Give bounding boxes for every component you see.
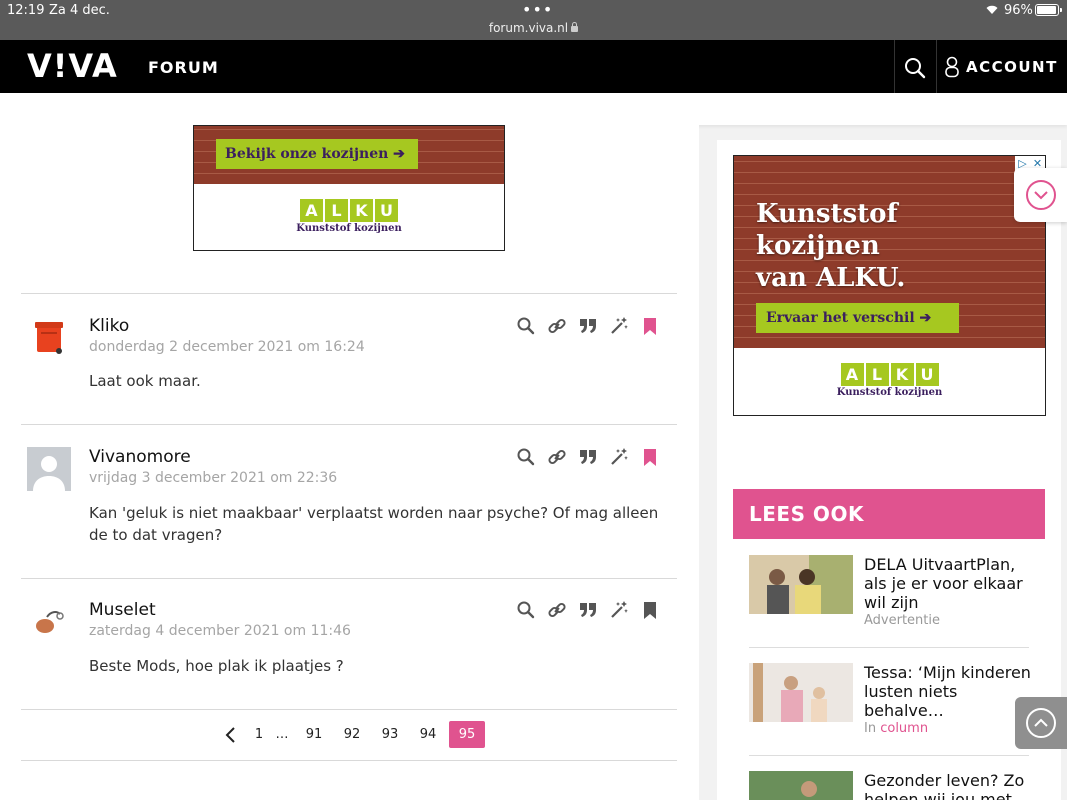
alku-logo: ALKU (840, 363, 939, 386)
scroll-to-top-button[interactable] (1015, 697, 1067, 749)
page-link[interactable]: 92 (333, 727, 371, 742)
status-time: 12:19 (7, 3, 45, 18)
post-body: Beste Mods, hoe plak ik plaatjes ? (89, 657, 344, 675)
lees-ook-heading: LEES OOK (733, 489, 1045, 539)
chevron-down-icon (1026, 180, 1056, 210)
link-icon[interactable] (547, 316, 567, 336)
article-thumbnail (749, 555, 853, 614)
avatar[interactable] (27, 447, 71, 491)
account-button[interactable]: ACCOUNT (944, 56, 1058, 78)
bookmark-icon[interactable] (640, 600, 660, 620)
bookmark-icon[interactable] (640, 316, 660, 336)
post-date: zaterdag 4 december 2021 om 11:46 (89, 623, 351, 639)
more-dots-icon[interactable]: ••• (522, 0, 553, 19)
page-link[interactable]: 94 (409, 727, 447, 742)
post-body: Kan 'geluk is niet maakbaar' verplaatst … (89, 504, 659, 544)
related-article[interactable]: Gezonder leven? Zo helpen wij jou met (749, 771, 1029, 800)
related-divider (749, 755, 1029, 756)
ad-headline: Kunststof kozijnen van ALKU. (756, 199, 906, 293)
magic-wand-icon[interactable] (609, 447, 629, 467)
related-divider (749, 647, 1029, 648)
lock-icon (571, 22, 579, 32)
magic-wand-icon[interactable] (609, 600, 629, 620)
article-meta: Advertentie (864, 613, 940, 628)
nav-divider (894, 40, 895, 93)
article-title: Gezonder leven? Zo helpen wij jou met (864, 771, 1025, 800)
search-icon[interactable] (516, 316, 536, 336)
post-username[interactable]: Muselet (89, 600, 156, 620)
link-icon[interactable] (547, 447, 567, 467)
ad-cta-button[interactable]: Ervaar het verschil ➔ (756, 303, 959, 333)
post-divider (21, 578, 677, 579)
quote-icon[interactable] (578, 447, 598, 467)
alku-ad-banner[interactable]: Bekijk onze kozijnen ➔ ALKU Kunststof ko… (193, 125, 505, 251)
nav-forum-link[interactable]: FORUM (148, 58, 219, 77)
pagination-divider (21, 760, 677, 761)
alku-logo: ALKU (300, 199, 398, 222)
pagination: 1 … 91 92 93 94 95 (221, 721, 485, 748)
ad-brand-subtitle: Kunststof kozijnen (836, 387, 943, 398)
article-category-link[interactable]: column (880, 721, 928, 736)
avatar[interactable] (27, 600, 71, 644)
battery-icon (1035, 4, 1062, 16)
post-divider (21, 293, 677, 294)
page-link[interactable]: 1 (249, 727, 269, 742)
page-link[interactable]: 93 (371, 727, 409, 742)
related-article[interactable]: Tessa: ‘Mijn kinderen lusten niets behal… (749, 663, 1031, 743)
post-divider (21, 424, 677, 425)
ios-status-bar: 12:19 Za 4 dec. ••• forum.viva.nl 96% (0, 0, 1067, 40)
post-username[interactable]: Vivanomore (89, 447, 191, 467)
post-body: Laat ook maar. (89, 372, 201, 390)
status-date: Za 4 dec. (49, 3, 110, 18)
page-link[interactable]: 91 (295, 727, 333, 742)
url-text: forum.viva.nl (488, 21, 569, 35)
post-tools (516, 316, 660, 336)
chevron-left-icon[interactable] (221, 725, 241, 745)
bookmark-icon[interactable] (640, 447, 660, 467)
ad-brand: ALKU Kunststof kozijnen (734, 348, 1045, 415)
search-icon[interactable] (904, 57, 926, 79)
nav-divider (936, 40, 937, 93)
article-title: Tessa: ‘Mijn kinderen lusten niets behal… (864, 663, 1031, 720)
user-icon (945, 56, 959, 78)
quote-icon[interactable] (578, 600, 598, 620)
post-username[interactable]: Kliko (89, 316, 129, 336)
alku-ad-sidebar[interactable]: Kunststof kozijnen van ALKU. Ervaar het … (733, 155, 1046, 416)
page-current[interactable]: 95 (449, 721, 485, 748)
avatar[interactable] (27, 315, 71, 359)
ad-brand-subtitle: Kunststof kozijnen (296, 223, 402, 234)
sub-header (0, 93, 1067, 125)
search-icon[interactable] (516, 447, 536, 467)
post-tools (516, 600, 660, 620)
search-icon[interactable] (516, 600, 536, 620)
magic-wand-icon[interactable] (609, 316, 629, 336)
article-title: DELA UitvaartPlan, als je er voor elkaar… (864, 555, 1023, 612)
page-ellipsis: … (275, 727, 289, 742)
account-label: ACCOUNT (966, 58, 1058, 76)
post-tools (516, 447, 660, 467)
site-header: V!VA FORUM ACCOUNT (0, 40, 1067, 93)
viva-logo[interactable]: V!VA (27, 49, 118, 83)
wifi-icon (986, 5, 998, 14)
article-meta: In column (864, 721, 929, 736)
quote-icon[interactable] (578, 316, 598, 336)
pagination-divider (21, 709, 677, 710)
address-bar[interactable]: forum.viva.nl (0, 21, 1067, 35)
post-date: vrijdag 3 december 2021 om 22:36 (89, 470, 338, 486)
battery-percent: 96% (1004, 3, 1033, 18)
related-article[interactable]: DELA UitvaartPlan, als je er voor elkaar… (749, 555, 1029, 635)
article-thumbnail (749, 663, 853, 722)
ad-cta-button[interactable]: Bekijk onze kozijnen ➔ (216, 139, 418, 169)
collapse-ad-button[interactable] (1014, 168, 1067, 222)
link-icon[interactable] (547, 600, 567, 620)
ad-brand: ALKU Kunststof kozijnen (194, 184, 504, 250)
post-date: donderdag 2 december 2021 om 16:24 (89, 339, 365, 355)
chevron-up-icon (1026, 708, 1056, 738)
article-thumbnail (749, 771, 853, 800)
